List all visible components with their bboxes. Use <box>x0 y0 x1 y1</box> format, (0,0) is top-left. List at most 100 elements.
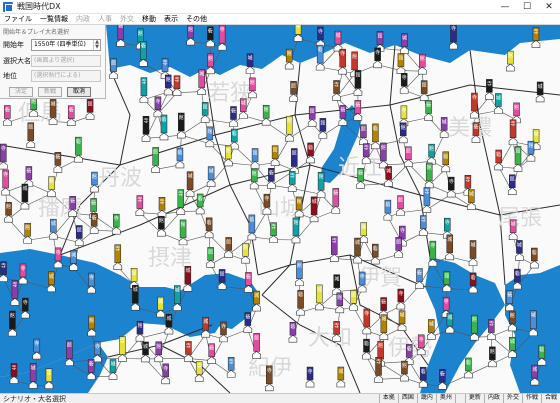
castle-marker[interactable]: 寺 <box>264 365 274 392</box>
castle-marker[interactable]: 城 <box>400 33 409 54</box>
castle-marker[interactable]: 館 <box>270 145 280 167</box>
castle-marker[interactable]: 寺 <box>416 334 426 356</box>
castle-marker[interactable]: 砦 <box>464 357 473 379</box>
castle-marker[interactable]: 館 <box>379 142 388 169</box>
castle-marker[interactable]: 寺 <box>135 195 145 216</box>
castle-marker[interactable]: 砦 <box>267 168 276 189</box>
castle-marker[interactable]: 館 <box>398 122 408 144</box>
castle-marker[interactable]: 砦 <box>74 136 83 163</box>
castle-marker[interactable]: 砦 <box>359 222 369 243</box>
castle-marker[interactable]: 砦 <box>47 176 56 197</box>
castle-marker[interactable]: 館 <box>419 80 429 101</box>
castle-marker[interactable]: 館 <box>294 196 304 218</box>
castle-marker[interactable]: 館 <box>23 222 32 244</box>
castle-marker[interactable]: 寺 <box>446 176 456 198</box>
castle-marker[interactable]: 砦 <box>371 123 380 150</box>
castle-marker[interactable]: 砦 <box>24 166 34 187</box>
castle-marker[interactable]: 寺 <box>357 271 367 293</box>
castle-marker[interactable]: 館 <box>252 333 261 359</box>
castle-marker[interactable]: 砦 <box>3 105 12 126</box>
close-button[interactable]: ✕ <box>538 0 560 14</box>
castle-marker[interactable]: 寺 <box>18 263 28 285</box>
castle-marker[interactable]: 寺 <box>287 171 297 192</box>
castle-marker[interactable]: 館 <box>507 310 517 332</box>
castle-marker[interactable]: 館 <box>470 314 479 341</box>
castle-marker[interactable]: 城 <box>28 363 38 389</box>
castle-marker[interactable]: 城 <box>445 234 455 261</box>
castle-marker[interactable]: 館 <box>488 346 497 368</box>
castle-marker[interactable]: 砦 <box>139 41 148 67</box>
castle-marker[interactable]: 館 <box>135 320 145 342</box>
confirm-button[interactable]: 決定 <box>9 87 33 97</box>
castle-marker[interactable]: 城 <box>332 274 342 295</box>
castle-marker[interactable]: 館 <box>404 146 413 168</box>
castle-marker[interactable]: 砦 <box>288 321 298 343</box>
castle-marker[interactable]: 寺 <box>172 75 182 96</box>
castle-marker[interactable]: 砦 <box>244 272 253 293</box>
castle-marker[interactable]: 城 <box>164 313 174 335</box>
castle-marker[interactable]: 館 <box>318 118 328 139</box>
menu-file[interactable]: ファイル <box>0 14 36 25</box>
castle-marker[interactable]: 砦 <box>356 168 365 189</box>
castle-marker[interactable]: 寺 <box>305 366 315 388</box>
castle-marker[interactable]: 寺 <box>449 25 458 50</box>
castle-marker[interactable]: 館 <box>394 237 403 258</box>
castle-marker[interactable]: 城 <box>49 218 58 240</box>
castle-marker[interactable]: 城 <box>333 30 343 52</box>
menu-view[interactable]: 表示 <box>160 14 182 25</box>
castle-marker[interactable]: 寺 <box>0 261 8 282</box>
castle-marker[interactable]: 砦 <box>494 149 503 171</box>
menu-personnel[interactable]: 人事 <box>94 14 116 25</box>
castle-marker[interactable]: 城 <box>494 93 503 114</box>
castle-marker[interactable]: 寺 <box>44 368 54 389</box>
castle-marker[interactable]: 城 <box>206 166 216 187</box>
castle-marker[interactable]: 砦 <box>204 217 214 239</box>
castle-marker[interactable]: 館 <box>109 58 118 79</box>
castle-marker[interactable]: 城 <box>397 310 407 332</box>
castle-marker[interactable]: 砦 <box>537 344 547 366</box>
castle-marker[interactable]: 砦 <box>306 142 315 164</box>
castle-marker[interactable]: 寺 <box>329 236 339 262</box>
castle-marker[interactable]: 館 <box>417 53 427 75</box>
castle-marker[interactable]: 館 <box>506 50 515 72</box>
castle-marker[interactable]: 砦 <box>424 100 433 121</box>
castle-marker[interactable]: 城 <box>252 290 261 312</box>
castle-marker[interactable]: 寺 <box>176 189 186 215</box>
status-diplomacy[interactable]: 外交 <box>502 394 522 403</box>
castle-marker[interactable]: 城 <box>384 166 393 187</box>
castle-marker[interactable]: 砦 <box>530 247 539 269</box>
castle-marker[interactable]: 城 <box>131 284 140 311</box>
castle-marker[interactable]: 寺 <box>141 116 151 142</box>
status-battle[interactable]: 合戦 <box>540 394 560 403</box>
status-oshu[interactable]: 奥州 <box>435 394 455 403</box>
cancel-button[interactable]: 取消 <box>67 87 91 97</box>
castle-marker[interactable]: 館 <box>74 225 84 246</box>
castle-marker[interactable]: 砦 <box>331 188 341 214</box>
castle-marker[interactable]: 砦 <box>441 151 451 173</box>
castle-marker[interactable]: 館 <box>442 271 452 292</box>
castle-marker[interactable]: 館 <box>284 48 294 70</box>
castle-marker[interactable]: 館 <box>8 310 17 337</box>
castle-marker[interactable]: 寺 <box>373 47 382 69</box>
castle-marker[interactable]: 砦 <box>86 359 96 380</box>
castle-marker[interactable]: 城 <box>20 183 30 210</box>
castle-marker[interactable]: 城 <box>535 81 545 103</box>
castle-marker[interactable]: 寺 <box>332 321 341 342</box>
castle-marker[interactable]: 砦 <box>338 105 348 126</box>
castle-marker[interactable]: 寺 <box>118 336 127 362</box>
castle-marker[interactable]: 館 <box>335 292 345 314</box>
status-domestic[interactable]: 内政 <box>483 394 503 403</box>
castle-marker[interactable]: 砦 <box>415 268 424 289</box>
castle-marker[interactable]: 館 <box>285 115 294 142</box>
castle-marker[interactable]: 館 <box>349 290 358 311</box>
castle-marker[interactable]: 寺 <box>111 213 121 235</box>
status-kinai[interactable]: 畿内 <box>416 394 436 403</box>
castle-marker[interactable]: 寺 <box>316 26 325 48</box>
castle-marker[interactable]: 館 <box>4 201 13 223</box>
castle-marker[interactable]: 城 <box>185 171 195 197</box>
castle-marker[interactable]: 館 <box>224 237 233 258</box>
castle-marker[interactable]: 寺 <box>32 338 42 360</box>
castle-marker[interactable]: 寺 <box>184 341 193 362</box>
castle-marker[interactable]: 城 <box>467 189 476 210</box>
castle-marker[interactable]: 城 <box>197 69 207 95</box>
